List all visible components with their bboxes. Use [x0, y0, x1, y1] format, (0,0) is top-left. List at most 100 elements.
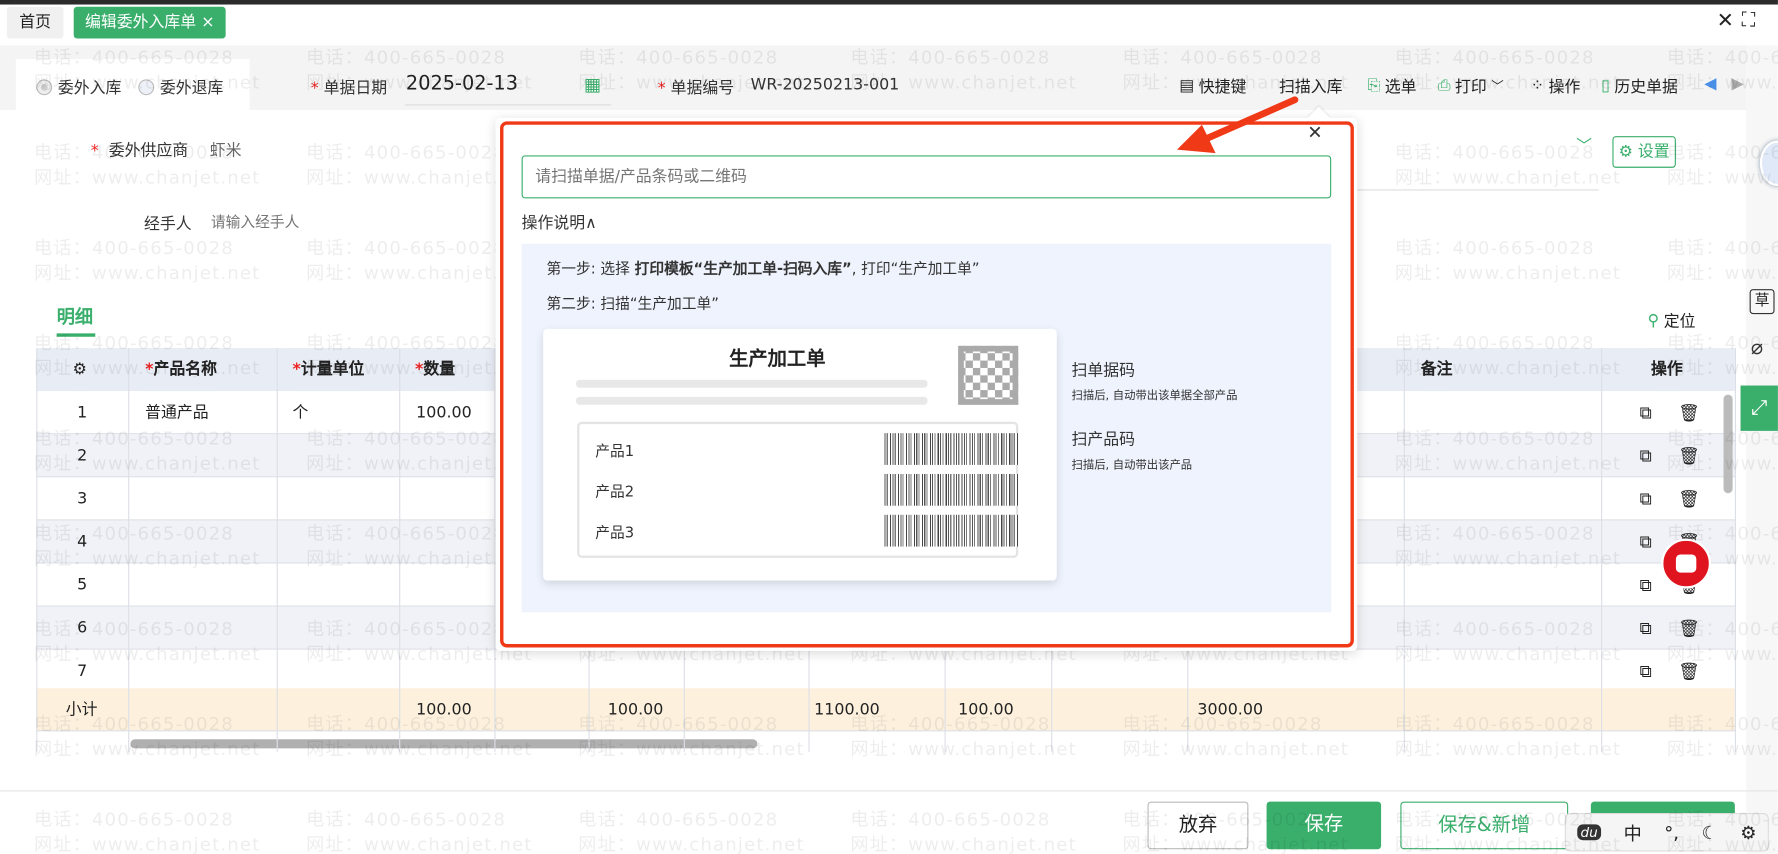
copy-row-icon[interactable]: ⧉ — [1640, 650, 1652, 693]
horizontal-scrollbar[interactable] — [130, 739, 758, 749]
moon-icon[interactable]: ☾ — [1702, 822, 1718, 844]
ime-logo-icon[interactable]: du — [1577, 824, 1602, 841]
subtotal-label: 小计 — [65, 700, 98, 719]
radio-outsourced-in[interactable]: 委外入库 — [36, 76, 121, 99]
document-code: WR-20250213-001 — [750, 75, 900, 95]
watermark-text: 电话：400-665-0028网址：www.chanjet.net — [306, 808, 533, 854]
subtotal-value: 100.00 — [958, 700, 1014, 719]
delete-row-icon[interactable]: 🗑 — [1678, 477, 1700, 520]
radio-unchecked-icon — [138, 79, 155, 96]
header-remark: 备注 — [1420, 348, 1453, 392]
grid-icon: ⁘ — [1530, 77, 1545, 96]
subtotal-quantity: 100.00 — [416, 700, 472, 719]
tab-edit-outsourced-receipt[interactable]: 编辑委外入库单 × — [73, 6, 226, 39]
settings-button[interactable]: ⚙ 设置 — [1612, 136, 1676, 168]
delete-row-icon[interactable]: 🗑 — [1678, 607, 1700, 650]
row-number: 5 — [77, 576, 88, 595]
tab-label: 编辑委外入库单 — [85, 13, 197, 32]
operate-label: 操作 — [1548, 78, 1581, 97]
copy-row-icon[interactable]: ⧉ — [1640, 520, 1652, 563]
subtotal-value: 1100.00 — [814, 700, 880, 719]
delete-row-icon[interactable]: 🗑 — [1678, 434, 1700, 477]
tab-close-icon[interactable]: × — [201, 14, 214, 32]
handler-input[interactable] — [210, 208, 484, 236]
operate-button[interactable]: ⁘ 操作 — [1531, 75, 1581, 98]
date-underline — [404, 104, 612, 106]
chevron-down-icon[interactable]: ﹀ — [1576, 134, 1592, 157]
column-divider — [1734, 348, 1737, 752]
tab-detail[interactable]: 明细 — [57, 302, 93, 329]
row-number: 6 — [77, 619, 88, 638]
copy-row-icon[interactable]: ⧉ — [1640, 391, 1652, 434]
direction-radio-group: 委外入库 委外退库 — [15, 58, 250, 110]
attachment-icon[interactable]: ⌀ — [1751, 336, 1763, 360]
copy-row-icon[interactable]: ⧉ — [1640, 564, 1652, 607]
required-mark: * — [310, 79, 319, 98]
close-window-icon[interactable]: ✕ — [1717, 9, 1734, 33]
scroll-right-icon[interactable]: ▶ — [1731, 75, 1743, 93]
quantity-cell[interactable]: 100.00 — [416, 391, 472, 434]
chevron-down-icon: ﹀ — [1491, 79, 1504, 95]
chat-float-button[interactable] — [1661, 538, 1712, 589]
product-name-cell[interactable]: 普通产品 — [145, 391, 208, 434]
print-button[interactable]: ⎙ 打印 ﹀ — [1438, 75, 1504, 98]
supplier-field[interactable]: 虾米 — [210, 138, 242, 161]
ime-settings-icon[interactable]: ⚙ — [1740, 822, 1756, 844]
watermark-text: 电话：400-665-0028网址：www.chanjet.net — [850, 808, 1077, 854]
save-and-new-button[interactable]: 保存&新增 — [1400, 801, 1569, 850]
handler-label: 经手人 — [144, 215, 192, 234]
save-button[interactable]: 保存 — [1266, 801, 1382, 850]
column-divider — [1601, 348, 1603, 752]
locate-label: 定位 — [1663, 312, 1696, 332]
delete-row-icon[interactable]: 🗑 — [1678, 391, 1700, 434]
document-icon: ▯ — [1601, 77, 1610, 96]
tab-home[interactable]: 首页 — [6, 6, 64, 39]
header-quantity: 数量 — [423, 360, 456, 379]
scroll-left-icon[interactable]: ◀ — [1704, 75, 1716, 93]
column-divider — [128, 348, 130, 752]
footer-divider — [0, 790, 1778, 792]
select-doc-button[interactable]: ⎘ 选单 — [1367, 75, 1416, 98]
print-label: 打印 — [1455, 78, 1487, 97]
copy-row-icon[interactable]: ⧉ — [1640, 434, 1652, 477]
calendar-icon[interactable]: ▦ — [584, 74, 601, 96]
copy-row-icon[interactable]: ⧉ — [1640, 477, 1652, 520]
ime-mode-toggle[interactable]: 中 — [1624, 819, 1642, 846]
gear-icon: ⚙ — [1618, 142, 1633, 162]
draft-icon[interactable]: 草 — [1749, 289, 1775, 315]
watermark-text: 电话：400-665-0028网址：www.chanjet.net — [34, 808, 261, 854]
expand-icon[interactable]: ⤢ — [1740, 385, 1778, 431]
supplier-label: 委外供应商 — [108, 141, 189, 160]
history-button[interactable]: ▯ 历史单据 — [1601, 75, 1678, 98]
date-field[interactable]: 2025-02-13 — [406, 73, 518, 96]
vertical-scrollbar[interactable] — [1723, 394, 1733, 494]
subtotal-row: 小计 100.00 100.00 1100.00 100.00 3000.00 — [36, 688, 1735, 732]
delete-row-icon[interactable]: 🗑 — [1678, 650, 1700, 693]
column-settings-icon[interactable]: ⚙ — [72, 348, 87, 392]
table-row: 7 ⧉ 🗑 — [36, 649, 1735, 693]
required-mark: * — [657, 79, 666, 98]
ime-punctuation-toggle[interactable]: °, — [1664, 822, 1679, 844]
select-icon: ⎘ — [1367, 77, 1381, 96]
watermark-text: 电话：400-665-0028网址：www.chanjet.net — [1394, 236, 1622, 284]
unit-cell[interactable]: 个 — [293, 391, 309, 434]
copy-row-icon[interactable]: ⧉ — [1640, 607, 1652, 650]
row-number: 4 — [77, 532, 88, 552]
highlight-frame — [500, 121, 1354, 648]
radio-checked-icon — [36, 79, 53, 96]
column-divider — [276, 348, 278, 752]
locate-button[interactable]: ⚲ 定位 — [1648, 310, 1696, 333]
radio-label: 委外入库 — [57, 79, 122, 98]
radio-outsourced-return[interactable]: 委外退库 — [138, 76, 223, 99]
row-number: 1 — [77, 403, 88, 422]
code-label: 单据编号 — [670, 79, 735, 98]
watermark-text: 电话：400-665-0028网址：www.chanjet.net — [578, 808, 805, 854]
row-number: 2 — [77, 446, 88, 465]
subtotal-value: 100.00 — [607, 700, 664, 719]
tab-underline — [56, 333, 96, 337]
settings-label: 设置 — [1637, 142, 1670, 162]
row-number: 3 — [77, 489, 88, 508]
top-bar — [0, 0, 1778, 5]
fullscreen-icon[interactable]: ⛶ — [1742, 9, 1756, 32]
discard-button[interactable]: 放弃 — [1147, 801, 1249, 850]
